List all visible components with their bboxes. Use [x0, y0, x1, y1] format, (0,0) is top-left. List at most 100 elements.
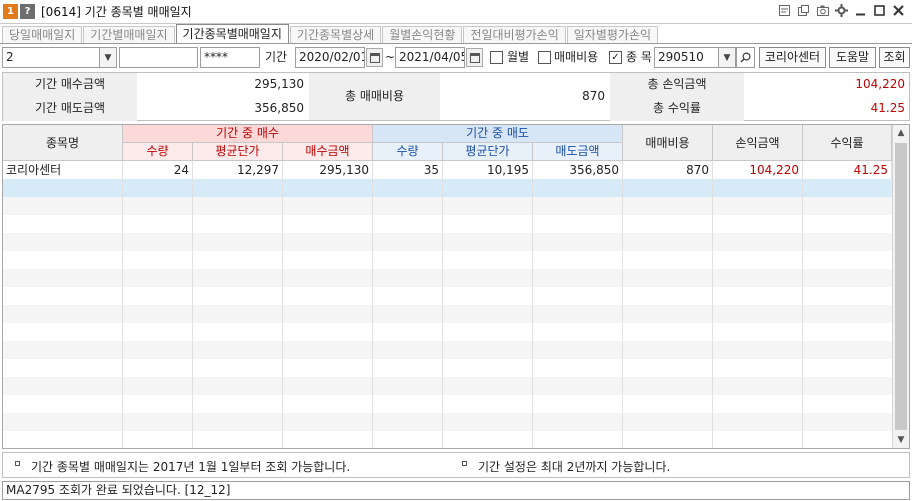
notice-bar: 기간 종목별 매매일지는 2017년 1월 1일부터 조회 가능합니다. 기간 … — [2, 452, 910, 478]
col-group-period-buy: 기간 중 매수 — [123, 125, 373, 143]
column-divider — [712, 161, 713, 448]
period-sell-amount-value: 356,850 — [254, 101, 304, 115]
tab-period-stock-journal[interactable]: 기간종목별매매일지 — [175, 24, 289, 43]
cell-profit: 104,220 — [713, 161, 803, 179]
period-sell-amount-label: 기간 매도금액 — [3, 97, 137, 121]
monthly-label: 월별 — [507, 50, 530, 64]
empty-row — [3, 215, 892, 233]
memo-icon[interactable] — [777, 3, 792, 18]
tab-period-journal[interactable]: 기간별매매일지 — [83, 26, 175, 43]
column-divider — [372, 161, 373, 448]
col-header-stock-name: 종목명 — [3, 125, 123, 161]
date-range-separator: ~ — [385, 50, 396, 64]
col-header-buy-qty: 수량 — [123, 143, 193, 161]
empty-row — [3, 359, 892, 377]
col-header-sell-amount: 매도금액 — [533, 143, 623, 161]
date-from-calendar-icon[interactable] — [366, 48, 383, 67]
copy-icon[interactable] — [796, 3, 811, 18]
col-header-sell-avg-price: 평균단가 — [443, 143, 533, 161]
camera-icon[interactable] — [815, 3, 830, 18]
column-divider — [122, 161, 123, 448]
total-profit-label: 총 손익금액 — [610, 73, 744, 97]
tab-daily-eval[interactable]: 일자별평가손익 — [566, 26, 659, 43]
period-buy-amount-value: 295,130 — [254, 77, 304, 91]
help-button[interactable]: 도움말 — [829, 47, 876, 68]
maximize-icon[interactable] — [872, 3, 887, 18]
stock-journal-table: 종목명 기간 중 매수 수량 평균단가 매수금액 기간 중 매도 수량 평균단가… — [2, 124, 910, 449]
tab-period-stock-detail[interactable]: 기간종목별상세 — [289, 26, 382, 43]
col-header-fee: 매매비용 — [623, 125, 713, 161]
cell-buy-qty: 24 — [123, 161, 193, 179]
title-bar: 1 ? [0614] 기간 종목별 매매일지 — [0, 0, 912, 24]
empty-row — [3, 269, 892, 287]
column-divider — [802, 161, 803, 448]
col-header-sell-qty: 수량 — [373, 143, 443, 161]
stock-name-display[interactable]: 코리아센터 — [759, 47, 826, 68]
tab-monthly-pnl[interactable]: 월별손익현황 — [382, 26, 463, 43]
scroll-down-icon[interactable]: ▼ — [893, 432, 909, 448]
query-button[interactable]: 조회 — [879, 47, 910, 68]
window-title: [0614] 기간 종목별 매매일지 — [41, 5, 192, 19]
total-return-value: 41.25 — [870, 101, 905, 115]
account-dropdown-button[interactable]: ▼ — [99, 47, 117, 68]
col-header-buy-amount: 매수금액 — [283, 143, 373, 161]
empty-row — [3, 413, 892, 431]
table-vertical-scrollbar[interactable]: ▲ ▼ — [892, 125, 909, 448]
help-question-icon[interactable]: ? — [20, 4, 35, 19]
empty-row — [3, 431, 892, 448]
status-bar: MA2795 조회가 완료 되었습니다. [12_12] — [2, 481, 910, 500]
selected-row-highlight — [3, 179, 892, 197]
monthly-checkbox[interactable] — [490, 51, 503, 64]
cell-buy-amount: 295,130 — [283, 161, 373, 179]
empty-row — [3, 197, 892, 215]
search-icon[interactable] — [736, 47, 755, 68]
account-name-field[interactable] — [119, 47, 198, 68]
stock-code-dropdown-button[interactable]: ▼ — [718, 47, 736, 68]
scrollbar-thumb[interactable] — [895, 143, 907, 430]
cell-sell-qty: 35 — [373, 161, 443, 179]
bullet-icon — [462, 461, 467, 466]
date-to-calendar-icon[interactable] — [466, 48, 483, 67]
column-divider — [282, 161, 283, 448]
screen-number-icon[interactable]: 1 — [3, 4, 18, 19]
col-header-buy-avg-price: 평균단가 — [193, 143, 283, 161]
empty-row — [3, 341, 892, 359]
notice-text-1: 기간 종목별 매매일지는 2017년 1월 1일부터 조회 가능합니다. — [31, 460, 351, 474]
column-divider — [532, 161, 533, 448]
notice-text-2: 기간 설정은 최대 2년까지 가능합니다. — [478, 460, 671, 474]
period-buy-amount-label: 기간 매수금액 — [3, 73, 137, 97]
cell-stock-name: 코리아센터 — [3, 161, 123, 179]
total-fee-value: 870 — [582, 89, 605, 103]
stock-checkbox[interactable]: ✓ — [609, 51, 622, 64]
col-group-period-sell: 기간 중 매도 — [373, 125, 623, 143]
col-header-return: 수익률 — [803, 125, 892, 161]
total-profit-value: 104,220 — [855, 77, 905, 91]
tab-prevday-eval[interactable]: 전일대비평가손익 — [463, 26, 566, 43]
date-from-input[interactable]: 2020/02/01 — [295, 47, 365, 68]
stock-code-input[interactable]: 290510 — [654, 47, 720, 68]
column-divider — [442, 161, 443, 448]
summary-panel: 기간 매수금액 295,130 기간 매도금액 356,850 총 매매비용 8… — [2, 72, 910, 121]
column-divider — [192, 161, 193, 448]
gear-icon[interactable] — [834, 3, 849, 18]
cell-return: 41.25 — [803, 161, 892, 179]
scroll-up-icon[interactable]: ▲ — [893, 125, 909, 141]
cell-fee: 870 — [623, 161, 713, 179]
fee-checkbox[interactable] — [538, 51, 551, 64]
col-header-profit: 손익금액 — [713, 125, 803, 161]
total-return-label: 총 수익률 — [610, 97, 744, 121]
tab-daily-journal[interactable]: 당일매매일지 — [2, 26, 83, 43]
minimize-icon[interactable] — [853, 3, 868, 18]
close-icon[interactable] — [891, 3, 906, 18]
date-to-input[interactable]: 2021/04/05 — [395, 47, 465, 68]
account-select[interactable]: 2 — [2, 47, 100, 68]
password-field[interactable]: **** — [200, 47, 260, 68]
cell-sell-avg-price: 10,195 — [443, 161, 533, 179]
empty-row — [3, 377, 892, 395]
tab-strip: 당일매매일지 기간별매매일지 기간종목별매매일지 기간종목별상세 월별손익현황 … — [0, 24, 912, 44]
cell-buy-avg-price: 12,297 — [193, 161, 283, 179]
period-label: 기간 — [265, 50, 288, 64]
total-fee-label: 총 매매비용 — [309, 73, 440, 120]
fee-checkbox-label: 매매비용 — [554, 50, 599, 64]
stock-label: 종 목 — [626, 50, 652, 64]
